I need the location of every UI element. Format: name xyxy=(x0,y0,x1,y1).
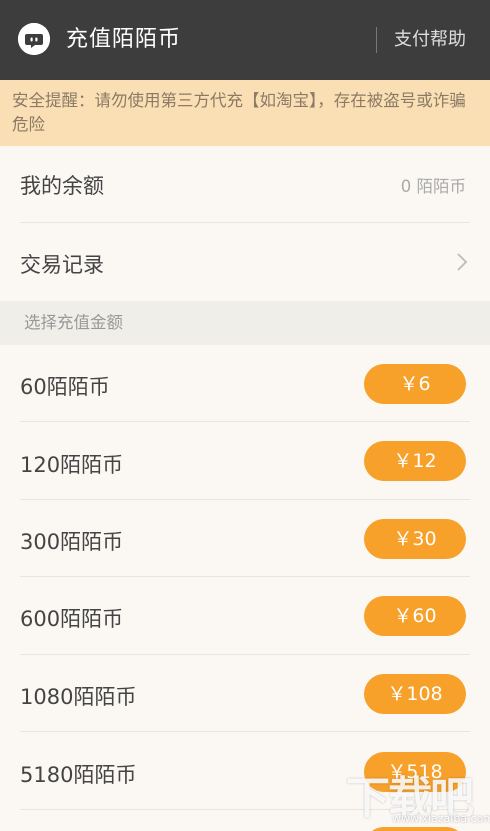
recharge-option-label: 5180陌陌币 xyxy=(20,763,137,787)
recharge-price-button[interactable]: ￥518 xyxy=(364,752,466,792)
recharge-section-title: 选择充值金额 xyxy=(0,301,490,345)
balance-value: 0 陌陌币 xyxy=(400,177,466,196)
recharge-option-row-partial[interactable] xyxy=(0,810,490,831)
chevron-right-icon xyxy=(457,253,468,271)
recharge-option-label: 600陌陌币 xyxy=(20,607,124,631)
recharge-option-row[interactable]: 600陌陌币 ￥60 xyxy=(0,577,490,655)
recharge-price-button[interactable]: ￥12 xyxy=(364,441,466,481)
recharge-price-button[interactable]: ￥60 xyxy=(364,596,466,636)
page-title: 充值陌陌币 xyxy=(66,27,182,52)
recharge-option-label: 300陌陌币 xyxy=(20,530,124,554)
recharge-price-button[interactable]: ￥30 xyxy=(364,519,466,559)
recharge-option-row[interactable]: 60陌陌币 ￥6 xyxy=(0,345,490,422)
recharge-option-row[interactable]: 120陌陌币 ￥12 xyxy=(0,422,490,500)
recharge-price-button[interactable]: ￥6 xyxy=(364,364,466,404)
momo-logo-icon[interactable] xyxy=(18,23,50,55)
recharge-option-row[interactable]: 300陌陌币 ￥30 xyxy=(0,500,490,577)
recharge-price-button[interactable] xyxy=(364,827,466,831)
transaction-records-label: 交易记录 xyxy=(20,253,104,277)
security-notice: 安全提醒：请勿使用第三方代充【如淘宝】，存在被盗号或诈骗危险 xyxy=(0,80,490,146)
balance-label: 我的余额 xyxy=(20,174,104,198)
recharge-option-label: 60陌陌币 xyxy=(20,375,110,399)
payment-help-button[interactable]: 支付帮助 xyxy=(394,26,466,54)
header-divider xyxy=(376,27,377,53)
balance-row: 我的余额 0 陌陌币 xyxy=(0,146,490,223)
recharge-price-button[interactable]: ￥108 xyxy=(364,674,466,714)
transaction-records-row[interactable]: 交易记录 xyxy=(0,223,490,301)
recharge-option-row[interactable]: 5180陌陌币 ￥518 xyxy=(0,732,490,810)
recharge-option-label: 120陌陌币 xyxy=(20,453,124,477)
top-bar: 充值陌陌币 支付帮助 xyxy=(0,0,490,80)
recharge-option-label: 1080陌陌币 xyxy=(20,685,137,709)
recharge-option-row[interactable]: 1080陌陌币 ￥108 xyxy=(0,655,490,732)
